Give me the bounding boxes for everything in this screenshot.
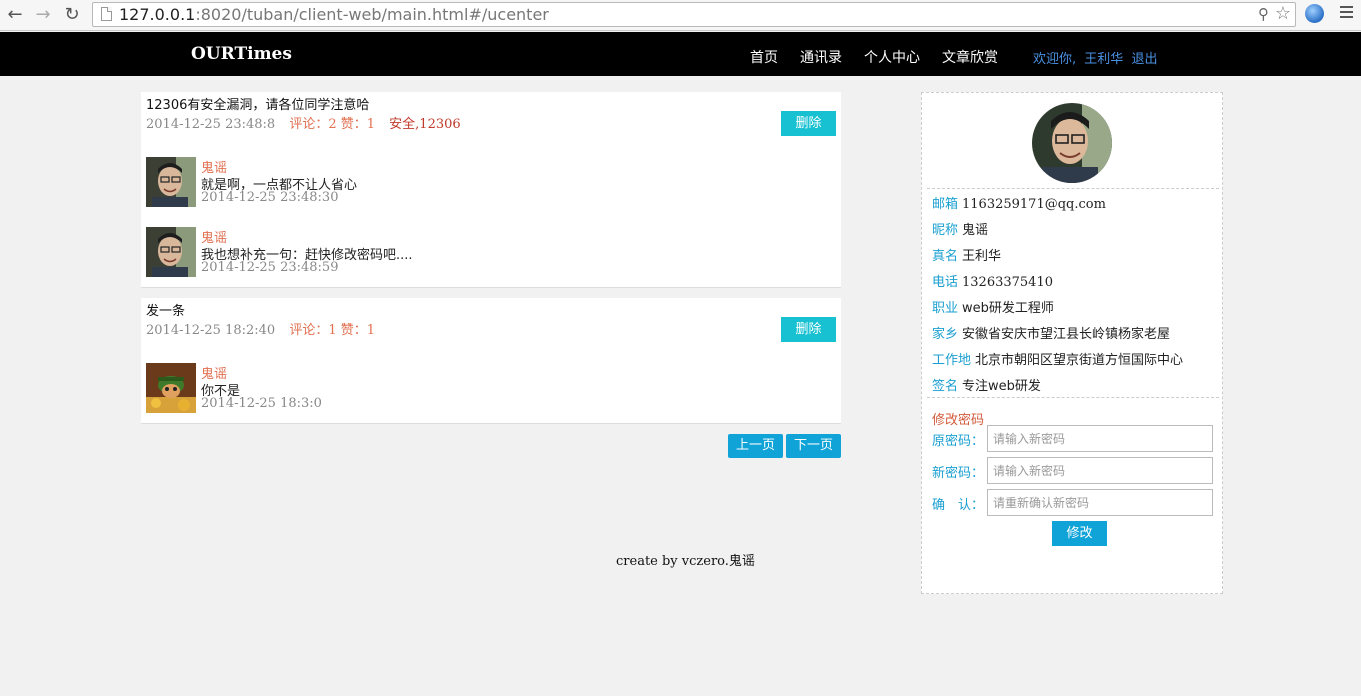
footer-credit: create by vczero.鬼谣 <box>616 554 755 569</box>
profile-row-realname: 真名 王利华 <box>932 249 1002 264</box>
logout-link[interactable]: 退出 <box>1131 52 1157 67</box>
site-header: OURTimes 首页 通讯录 个人中心 文章欣赏 欢迎你, 王利华 退出 <box>0 32 1361 76</box>
profile-row-phone: 电话 13263375410 <box>932 275 1053 290</box>
back-icon[interactable]: ← <box>4 4 26 26</box>
delete-button[interactable]: 删除 <box>781 317 836 342</box>
post-tags: 安全,12306 <box>389 117 461 132</box>
post-title: 发一条 <box>146 304 186 319</box>
reload-icon[interactable]: ↻ <box>61 4 83 26</box>
next-page-button[interactable]: 下一页 <box>786 434 841 458</box>
profile-row-nickname: 昵称 鬼谣 <box>932 223 989 238</box>
comment-avatar <box>146 227 196 277</box>
post-meta: 2014-12-25 18:2:40 评论：1 赞：1 <box>146 319 375 338</box>
profile-avatar <box>1032 103 1112 183</box>
comment-item: 鬼谣 就是啊，一点都不让人省心 2014-12-25 23:48:30 <box>146 157 826 207</box>
comment-avatar <box>146 157 196 207</box>
delete-button[interactable]: 删除 <box>781 111 836 136</box>
profile-row-hometown: 家乡 安徽省安庆市望江县长岭镇杨家老屋 <box>932 327 1171 342</box>
welcome-area: 欢迎你, 王利华 退出 <box>1033 48 1161 67</box>
main-nav: 首页 通讯录 个人中心 文章欣赏 <box>750 47 1020 67</box>
forward-icon[interactable]: → <box>32 4 54 26</box>
menu-icon[interactable] <box>1340 6 1353 20</box>
comment-time: 2014-12-25 23:48:59 <box>201 260 339 275</box>
key-icon[interactable]: ⚲ <box>1258 5 1269 23</box>
comment-item: 鬼谣 我也想补充一句：赶快修改密码吧.... 2014-12-25 23:48:… <box>146 227 826 277</box>
change-password-title: 修改密码 <box>932 413 985 428</box>
bookmark-star-icon[interactable]: ☆ <box>1275 3 1291 24</box>
comment-item: 鬼谣 你不是 2014-12-25 18:3:0 <box>146 363 826 413</box>
post-meta: 2014-12-25 23:48:8 评论：2 赞：1 安全,12306 <box>146 113 461 132</box>
new-password-label: 新密码： <box>932 466 985 481</box>
post-counts: 评论：2 赞：1 <box>289 117 376 132</box>
nav-home[interactable]: 首页 <box>750 47 778 67</box>
old-password-input[interactable] <box>987 425 1213 452</box>
brand-logo[interactable]: OURTimes <box>191 44 292 64</box>
nav-contacts[interactable]: 通讯录 <box>800 47 842 67</box>
browser-toolbar: ← → ↻ 127.0.0.1:8020/tuban/client-web/ma… <box>0 0 1361 31</box>
globe-icon[interactable] <box>1305 4 1324 23</box>
address-bar[interactable]: 127.0.0.1:8020/tuban/client-web/main.htm… <box>92 2 1296 27</box>
confirm-password-input[interactable] <box>987 489 1213 516</box>
profile-row-email: 邮箱 1163259171@qq.com <box>932 197 1106 212</box>
submit-password-button[interactable]: 修改 <box>1052 521 1107 546</box>
profile-panel: 邮箱 1163259171@qq.com 昵称 鬼谣 真名 王利华 电话 1326337… <box>921 92 1223 594</box>
profile-row-job: 职业 web研发工程师 <box>932 301 1054 316</box>
divider <box>927 188 1219 189</box>
post-counts: 评论：1 赞：1 <box>289 323 376 338</box>
old-password-label: 原密码： <box>932 434 985 449</box>
confirm-password-label: 确 认： <box>932 498 985 513</box>
post-time: 2014-12-25 18:2:40 <box>146 323 276 338</box>
nav-articles[interactable]: 文章欣赏 <box>942 47 998 67</box>
page-icon <box>101 7 112 21</box>
post-title: 12306有安全漏洞，请各位同学注意哈 <box>146 98 370 113</box>
url-text[interactable]: 127.0.0.1:8020/tuban/client-web/main.htm… <box>119 5 549 24</box>
post-card: 发一条 2014-12-25 18:2:40 评论：1 赞：1 删除 鬼谣 你不… <box>141 298 841 424</box>
divider <box>927 397 1219 398</box>
post-card: 12306有安全漏洞，请各位同学注意哈 2014-12-25 23:48:8 评… <box>141 92 841 288</box>
comment-time: 2014-12-25 18:3:0 <box>201 396 322 411</box>
profile-row-workplace: 工作地 北京市朝阳区望京街道方恒国际中心 <box>932 353 1184 368</box>
prev-page-button[interactable]: 上一页 <box>728 434 783 458</box>
profile-row-signature: 签名 专注web研发 <box>932 379 1041 394</box>
nav-user-center[interactable]: 个人中心 <box>864 47 920 67</box>
comment-time: 2014-12-25 23:48:30 <box>201 190 339 205</box>
username-link[interactable]: 王利华 <box>1084 52 1123 67</box>
welcome-text: 欢迎你, <box>1033 52 1077 67</box>
new-password-input[interactable] <box>987 457 1213 484</box>
post-time: 2014-12-25 23:48:8 <box>146 117 276 132</box>
comment-avatar <box>146 363 196 413</box>
